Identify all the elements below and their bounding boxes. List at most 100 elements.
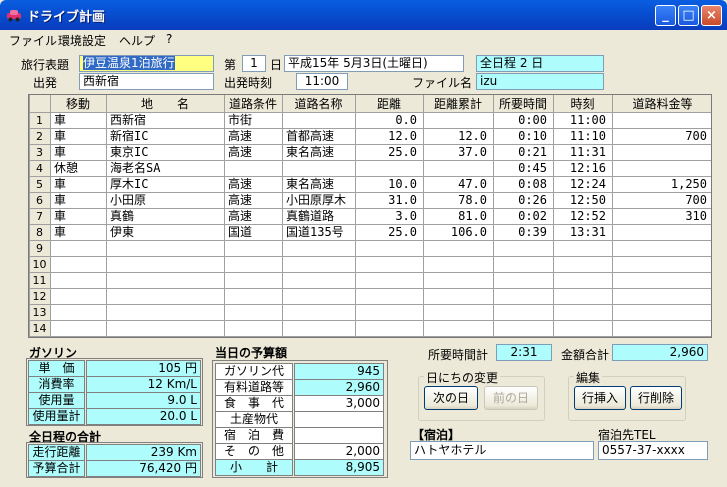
food-field[interactable]: 3,000 <box>294 395 384 412</box>
table-cell-distance[interactable]: 25.0 <box>388 225 417 239</box>
table-cell-road-type[interactable]: 高速 <box>228 208 252 223</box>
column-header-move[interactable]: 移動 <box>66 97 90 111</box>
table-cell-road-type[interactable]: 高速 <box>228 176 252 191</box>
gas-cost-label: ガソリン代 <box>215 363 293 380</box>
column-header-place[interactable]: 地 名 <box>141 96 189 111</box>
table-cell-time[interactable]: 11:10 <box>570 129 606 143</box>
table-cell-duration[interactable]: 0:08 <box>518 177 547 191</box>
table-cell-time[interactable]: 11:31 <box>570 145 606 159</box>
table-cell-distance[interactable]: 12.0 <box>388 129 417 143</box>
next-day-button[interactable]: 次の日 <box>424 386 478 410</box>
table-cell-road-type[interactable]: 高速 <box>228 192 252 207</box>
table-cell-time[interactable]: 13:31 <box>570 225 606 239</box>
delete-row-button[interactable]: 行削除 <box>630 386 682 410</box>
table-cell-place[interactable]: 東京IC <box>110 145 148 159</box>
other-field[interactable]: 2,000 <box>294 443 384 460</box>
table-cell-distance[interactable]: 10.0 <box>388 177 417 191</box>
table-cell-distance[interactable]: 3.0 <box>395 209 417 223</box>
table-cell-duration[interactable]: 0:10 <box>518 129 547 143</box>
menu-help[interactable]: ヘルプ <box>119 32 155 49</box>
table-cell-toll[interactable]: 310 <box>685 209 707 223</box>
table-cell-place[interactable]: 新宿IC <box>110 128 148 143</box>
table-cell-time[interactable]: 11:00 <box>570 113 606 127</box>
route-table[interactable]: 移動地 名道路条件 道路名称 距離 距離累計 所要時間 時刻 道路料金等 1 車西新宿 市街 0.0… <box>28 94 712 338</box>
maximize-button[interactable]: □ <box>678 5 699 26</box>
date-field[interactable]: 平成15年 5月3日(土曜日) <box>284 55 464 72</box>
table-cell-move[interactable]: 車 <box>54 145 66 159</box>
lodging-tel-input[interactable]: 0557-37-xxxx <box>598 441 708 460</box>
title-bar[interactable]: ドライブ計画 _ □ × <box>0 0 727 30</box>
table-cell-move[interactable]: 車 <box>54 177 66 191</box>
table-cell-duration[interactable]: 0:21 <box>518 145 547 159</box>
day-change-title: 日にちの変更 <box>424 369 501 386</box>
menu-file[interactable]: ファイル <box>9 32 57 49</box>
table-cell-toll[interactable]: 700 <box>685 129 707 143</box>
table-cell-place[interactable]: 伊東 <box>110 225 134 239</box>
minimize-button[interactable]: _ <box>655 5 676 26</box>
lodging-cost-field[interactable] <box>294 427 384 444</box>
table-cell-road-name[interactable]: 東名高速 <box>286 144 334 159</box>
subtotal-field: 8,905 <box>294 459 384 476</box>
unit-price-field[interactable]: 105 円 <box>86 360 201 377</box>
table-cell-time[interactable]: 12:52 <box>570 209 606 223</box>
table-cell-place[interactable]: 厚木IC <box>110 177 148 191</box>
table-cell-distance-total[interactable]: 47.0 <box>458 177 487 191</box>
consumption-field[interactable]: 12 Km/L <box>86 376 201 393</box>
table-cell-time[interactable]: 12:50 <box>570 193 606 207</box>
table-cell-move[interactable]: 休憩 <box>54 160 78 175</box>
table-cell-time[interactable]: 12:16 <box>570 161 606 175</box>
depart-time-input[interactable]: 11:00 <box>296 73 348 90</box>
table-cell-distance-total[interactable]: 12.0 <box>458 129 487 143</box>
table-cell-toll[interactable]: 1,250 <box>671 177 707 191</box>
column-header-road-type[interactable]: 道路条件 <box>229 96 277 111</box>
table-cell-move[interactable]: 車 <box>54 129 66 143</box>
table-cell-road-type[interactable]: 高速 <box>228 144 252 159</box>
table-cell-distance-total[interactable]: 37.0 <box>458 145 487 159</box>
table-cell-place[interactable]: 真鶴 <box>110 208 134 223</box>
souvenir-field[interactable] <box>294 411 384 428</box>
column-header-distance[interactable]: 距離 <box>377 97 401 111</box>
table-cell-distance-total[interactable]: 81.0 <box>458 209 487 223</box>
table-cell-distance[interactable]: 25.0 <box>388 145 417 159</box>
departure-input[interactable]: 西新宿 <box>79 73 214 90</box>
table-cell-road-type[interactable]: 市街 <box>228 112 252 127</box>
column-header-duration[interactable]: 所要時間 <box>499 97 547 111</box>
table-cell-duration[interactable]: 0:39 <box>518 225 547 239</box>
insert-row-button[interactable]: 行挿入 <box>574 386 626 410</box>
column-header-time[interactable]: 時刻 <box>570 97 594 111</box>
close-button[interactable]: × <box>701 5 722 26</box>
prev-day-button[interactable]: 前の日 <box>484 386 538 410</box>
table-cell-place[interactable]: 小田原 <box>110 193 146 207</box>
table-cell-toll[interactable]: 700 <box>685 193 707 207</box>
table-cell-move[interactable]: 車 <box>54 113 66 127</box>
lodging-input[interactable]: ハトヤホテル <box>410 441 594 460</box>
trip-title-input[interactable]: 伊豆温泉1泊旅行 <box>79 55 214 72</box>
table-cell-road-type[interactable]: 高速 <box>228 128 252 143</box>
menu-settings[interactable]: 環境設定 <box>58 32 106 49</box>
table-cell-distance-total[interactable]: 78.0 <box>458 193 487 207</box>
column-header-road-name[interactable]: 道路名称 <box>294 96 342 111</box>
table-cell-road-name[interactable]: 真鶴道路 <box>286 208 334 223</box>
table-cell-place[interactable]: 西新宿 <box>110 112 146 127</box>
table-cell-duration[interactable]: 0:02 <box>518 209 547 223</box>
table-cell-road-name[interactable]: 首都高速 <box>286 128 334 143</box>
day-number-field[interactable]: 1 <box>242 55 266 72</box>
column-header-distance-total[interactable]: 距離累計 <box>434 96 482 111</box>
table-cell-duration[interactable]: 0:00 <box>518 113 547 127</box>
column-header-toll[interactable]: 道路料金等 <box>632 96 692 111</box>
table-cell-place[interactable]: 海老名SA <box>110 160 161 175</box>
table-cell-distance-total[interactable]: 106.0 <box>451 225 487 239</box>
menu-about[interactable]: ? <box>166 32 172 46</box>
table-cell-road-name[interactable]: 小田原厚木 <box>286 193 346 207</box>
table-cell-road-name[interactable]: 東名高速 <box>286 176 334 191</box>
table-cell-duration[interactable]: 0:45 <box>518 161 547 175</box>
table-cell-duration[interactable]: 0:26 <box>518 193 547 207</box>
table-cell-move[interactable]: 車 <box>54 225 66 239</box>
table-cell-distance[interactable]: 31.0 <box>388 193 417 207</box>
table-cell-move[interactable]: 車 <box>54 209 66 223</box>
table-cell-time[interactable]: 12:24 <box>570 177 606 191</box>
table-cell-distance[interactable]: 0.0 <box>395 113 417 127</box>
table-cell-road-name[interactable]: 国道135号 <box>286 225 344 239</box>
table-cell-move[interactable]: 車 <box>54 193 66 207</box>
table-cell-road-type[interactable]: 国道 <box>228 225 252 239</box>
